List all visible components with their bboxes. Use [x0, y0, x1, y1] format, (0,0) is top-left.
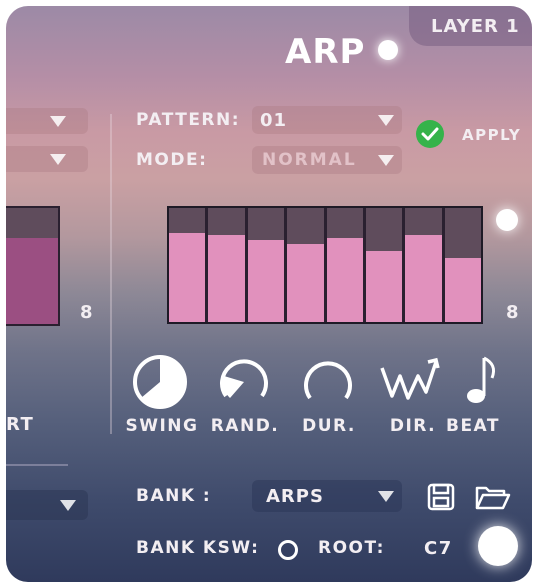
step-bar: [247, 239, 285, 322]
bank-ksw-label: BANK KSW:: [136, 538, 260, 558]
step-bar: [208, 235, 245, 322]
mode-label: MODE:: [136, 150, 208, 170]
left-dropdown-1[interactable]: [6, 108, 88, 134]
bank-label: BANK :: [136, 486, 212, 506]
step-slot[interactable]: [208, 208, 245, 322]
step-slot[interactable]: [326, 208, 363, 322]
left-dropdown-2[interactable]: [6, 146, 88, 172]
swing-label: SWING: [125, 416, 199, 436]
pattern-value: 01: [260, 110, 288, 131]
bank-value: ARPS: [266, 486, 324, 507]
chevron-down-icon: [50, 154, 66, 165]
step-bar: [169, 233, 206, 322]
chevron-down-icon: [378, 155, 394, 166]
layer-badge[interactable]: LAYER 1: [409, 6, 532, 46]
arp-title: ARP: [285, 32, 366, 72]
step-slot[interactable]: [247, 208, 285, 322]
random-label: RAND.: [210, 416, 280, 436]
root-knob[interactable]: [478, 526, 518, 566]
save-icon[interactable]: [426, 482, 456, 512]
chevron-down-icon: [378, 115, 394, 126]
random-knob-icon[interactable]: [216, 354, 272, 410]
root-value: C7: [424, 538, 453, 559]
chevron-down-icon: [50, 116, 66, 127]
arp-panel: LAYER 1 ARP 8 RT PATTERN: 01 APPLY MODE:…: [6, 6, 532, 582]
folder-open-icon[interactable]: [474, 482, 512, 512]
pattern-label: PATTERN:: [136, 110, 241, 130]
step-bar: [444, 258, 481, 322]
duration-label: DUR.: [302, 416, 356, 436]
left-step-count: 8: [80, 302, 93, 323]
direction-icon[interactable]: [378, 356, 444, 408]
step-slot[interactable]: [444, 208, 481, 322]
chevron-down-icon: [60, 500, 76, 511]
step-slot[interactable]: [365, 208, 403, 322]
step-bar: [405, 235, 442, 322]
arp-power-led[interactable]: [378, 40, 398, 60]
step-bar: [287, 244, 324, 322]
apply-button[interactable]: APPLY: [416, 120, 526, 152]
bank-ksw-toggle[interactable]: [278, 540, 298, 560]
step-bar: [365, 251, 403, 322]
swing-knob-icon[interactable]: [132, 354, 188, 410]
step-slot[interactable]: [169, 208, 206, 322]
step-bar: [326, 237, 363, 322]
section-divider: [110, 114, 112, 434]
sequencer-led[interactable]: [496, 209, 518, 231]
left-label-fragment: RT: [6, 414, 35, 435]
apply-label: APPLY: [462, 126, 522, 144]
beat-label: BEAT: [445, 416, 500, 436]
duration-knob-icon[interactable]: [300, 354, 356, 410]
pattern-dropdown[interactable]: 01: [252, 106, 402, 134]
left-bar: [6, 238, 58, 324]
root-label: ROOT:: [318, 538, 385, 558]
left-divider-line: [6, 464, 68, 466]
mode-dropdown[interactable]: NORMAL: [252, 146, 402, 174]
step-count: 8: [506, 302, 519, 323]
layer-label: LAYER 1: [431, 16, 520, 37]
bank-dropdown[interactable]: ARPS: [252, 480, 402, 512]
step-slot[interactable]: [405, 208, 442, 322]
mode-value: NORMAL: [262, 150, 357, 170]
step-slot[interactable]: [287, 208, 324, 322]
left-bar-graph[interactable]: [6, 206, 60, 326]
note-icon[interactable]: [462, 352, 502, 408]
step-sequencer[interactable]: [167, 206, 483, 324]
check-icon: [416, 120, 444, 148]
chevron-down-icon: [378, 491, 394, 502]
